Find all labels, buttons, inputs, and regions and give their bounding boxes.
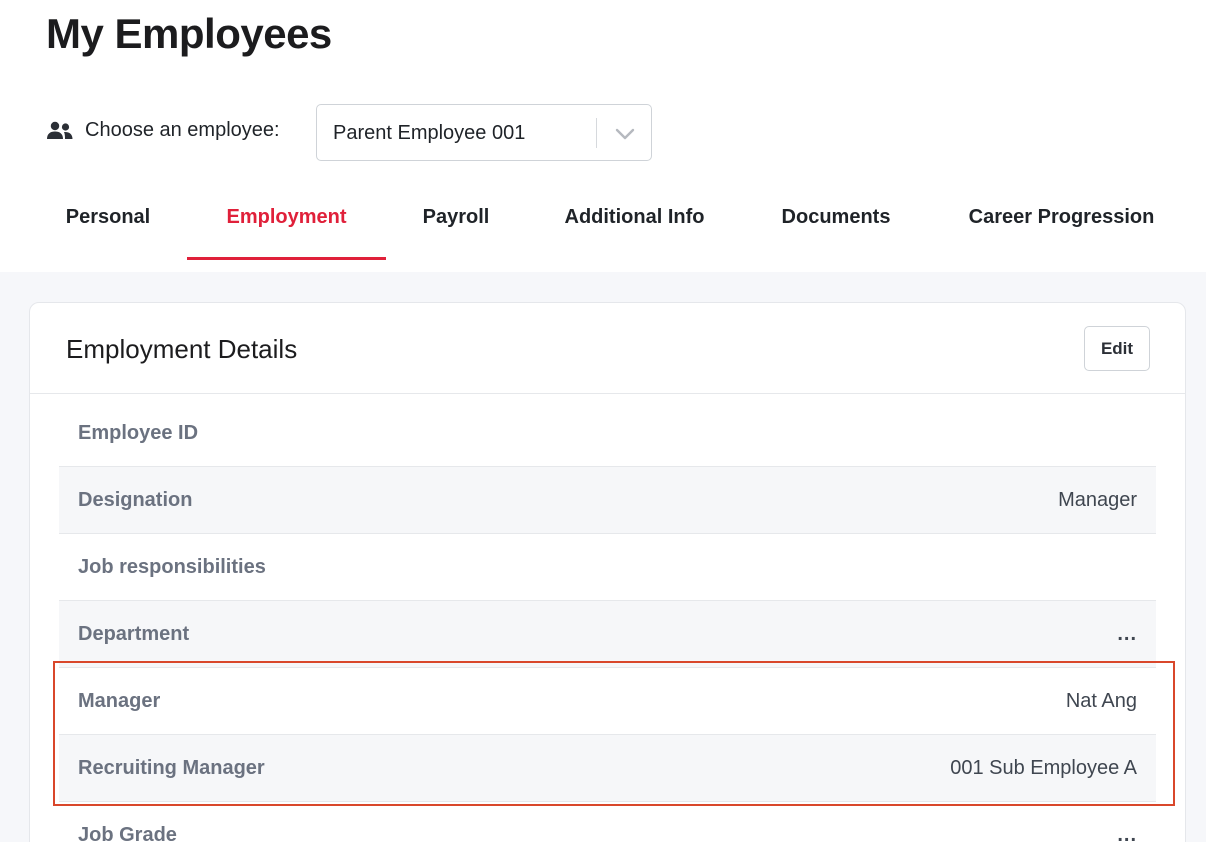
tab-career-progression[interactable]: Career Progression — [965, 196, 1158, 260]
tab-additional-info[interactable]: Additional Info — [562, 196, 707, 260]
detail-row-manager: Manager Nat Ang — [59, 668, 1156, 735]
row-label: Designation — [78, 489, 193, 511]
row-label: Job Grade — [78, 824, 177, 842]
tab-employment[interactable]: Employment — [187, 196, 386, 260]
row-label: Recruiting Manager — [78, 757, 265, 779]
select-separator — [596, 118, 597, 148]
row-label: Employee ID — [78, 422, 199, 444]
page-header-area: My Employees Choose an employee: Parent … — [0, 0, 1206, 272]
tab-payroll[interactable]: Payroll — [422, 196, 490, 260]
row-value: Manager — [1058, 489, 1137, 511]
detail-row-department: Department ... — [59, 601, 1156, 668]
row-value: ... — [1117, 824, 1137, 842]
detail-row-recruiting-manager: Recruiting Manager 001 Sub Employee A — [59, 735, 1156, 802]
card-title: Employment Details — [66, 334, 298, 364]
details-list: Employee ID Designation Manager Job resp… — [59, 400, 1156, 842]
chevron-down-icon[interactable] — [614, 125, 636, 143]
detail-row-designation: Designation Manager — [59, 467, 1156, 534]
tab-documents[interactable]: Documents — [779, 196, 893, 260]
employee-chooser-label: Choose an employee: — [85, 119, 280, 141]
detail-row-job-responsibilities: Job responsibilities — [59, 534, 1156, 601]
row-label: Manager — [78, 690, 161, 712]
edit-button[interactable]: Edit — [1084, 326, 1150, 371]
row-value: 001 Sub Employee A — [950, 757, 1137, 779]
employee-select-value: Parent Employee 001 — [333, 122, 526, 144]
row-value: Nat Ang — [1065, 690, 1137, 712]
row-label: Department — [78, 623, 190, 645]
row-label: Job responsibilities — [78, 556, 266, 578]
tab-bar: Personal Employment Payroll Additional I… — [0, 196, 1206, 262]
page-title: My Employees — [46, 10, 332, 57]
detail-row-employee-id: Employee ID — [59, 400, 1156, 467]
active-tab-indicator — [187, 257, 386, 260]
employment-details-card: Employment Details Edit Employee ID Desi… — [29, 302, 1186, 842]
users-icon — [46, 121, 74, 141]
card-header: Employment Details Edit — [30, 303, 1185, 394]
employee-select[interactable]: Parent Employee 001 — [316, 104, 652, 161]
row-value: ... — [1117, 623, 1137, 645]
detail-row-job-grade: Job Grade ... — [59, 802, 1156, 842]
tab-personal[interactable]: Personal — [64, 196, 152, 260]
